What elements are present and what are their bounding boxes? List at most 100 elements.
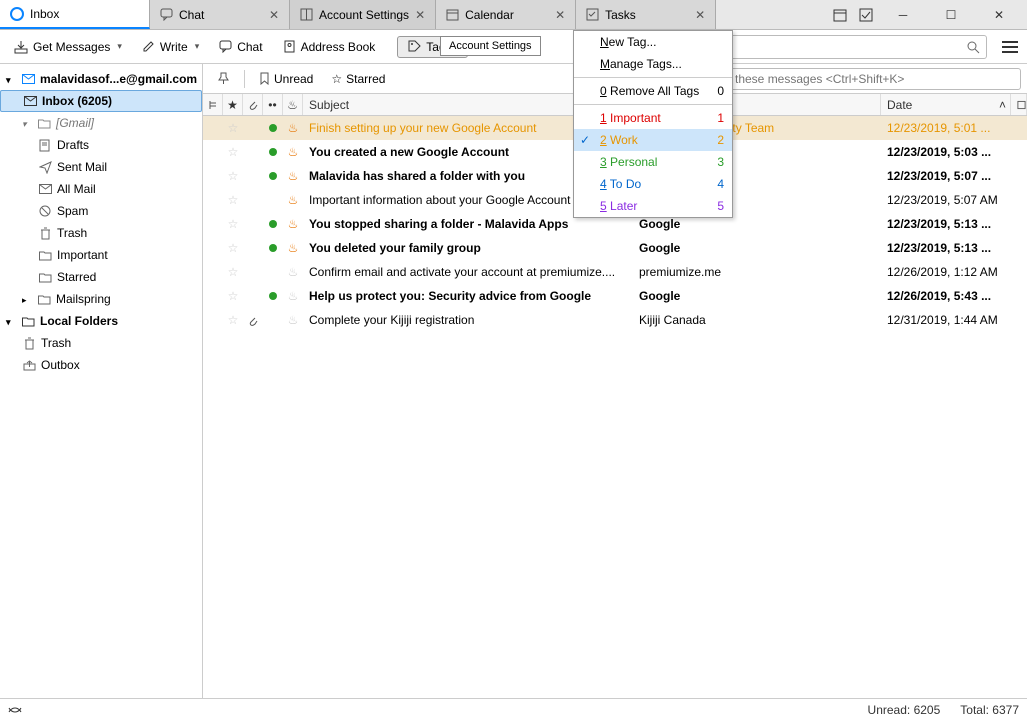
message-date: 12/23/2019, 5:13 ...	[881, 217, 1027, 231]
star-icon[interactable]: ☆	[223, 145, 243, 159]
message-date: 12/23/2019, 5:07 AM	[881, 193, 1027, 207]
menu-tag-personal[interactable]: 3 Personal3	[574, 151, 732, 173]
twisty-icon[interactable]	[6, 314, 16, 328]
star-icon[interactable]: ☆	[223, 289, 243, 303]
twisty-icon[interactable]	[22, 116, 32, 130]
folder-icon	[38, 248, 52, 262]
star-icon[interactable]: ☆	[223, 121, 243, 135]
get-messages-button[interactable]: Get Messages	[6, 36, 130, 58]
filter-starred-label: Starred	[346, 72, 385, 86]
account-row[interactable]: malavidasof...e@gmail.com	[0, 68, 202, 90]
pin-filter-button[interactable]	[209, 68, 238, 89]
star-icon[interactable]: ☆	[223, 193, 243, 207]
chat-button[interactable]: Chat	[211, 36, 270, 58]
menu-manage-tags[interactable]: Manage Tags...	[574, 53, 732, 75]
col-thread[interactable]	[203, 94, 223, 115]
col-picker[interactable]	[1011, 94, 1027, 115]
star-icon[interactable]: ☆	[223, 313, 243, 327]
minimize-button[interactable]: ─	[881, 1, 925, 29]
unread-dot[interactable]	[263, 244, 283, 252]
message-subject: Help us protect you: Security advice fro…	[303, 289, 633, 303]
star-icon[interactable]: ☆	[223, 265, 243, 279]
unread-dot[interactable]	[263, 172, 283, 180]
sidebar-sent[interactable]: Sent Mail	[0, 156, 202, 178]
message-row[interactable]: ☆♨You deleted your family groupGoogle12/…	[203, 236, 1027, 260]
star-icon[interactable]: ☆	[223, 169, 243, 183]
col-attachment[interactable]	[243, 94, 263, 115]
search-icon[interactable]	[966, 40, 980, 54]
tab-account-settings[interactable]: Account Settings ✕	[290, 0, 436, 29]
col-star[interactable]: ★	[223, 94, 243, 115]
message-correspondent: Kijiji Canada	[633, 313, 881, 327]
activity-icon[interactable]	[8, 703, 22, 717]
tab-tasks[interactable]: Tasks ✕	[576, 0, 716, 29]
menu-tag-work[interactable]: ✓2 Work2	[574, 129, 732, 151]
sidebar-important[interactable]: Important	[0, 244, 202, 266]
write-button[interactable]: Write	[134, 36, 207, 58]
menu-separator	[574, 104, 732, 105]
filter-starred[interactable]: ☆ Starred	[323, 68, 393, 90]
sort-asc-icon: ˄	[999, 98, 1006, 112]
unread-dot[interactable]	[263, 292, 283, 300]
twisty-icon[interactable]	[22, 292, 32, 306]
twisty-icon[interactable]	[6, 72, 16, 86]
download-icon	[14, 40, 28, 54]
star-icon[interactable]: ☆	[223, 217, 243, 231]
menu-tag-important[interactable]: 1 Important1	[574, 107, 732, 129]
close-icon[interactable]: ✕	[415, 8, 425, 22]
folder-icon	[37, 292, 51, 306]
maximize-button[interactable]: ☐	[929, 1, 973, 29]
tag-menu: New Tag... Manage Tags... 0 Remove All T…	[573, 30, 733, 218]
tab-calendar[interactable]: Calendar ✕	[436, 0, 576, 29]
sidebar-drafts[interactable]: Drafts	[0, 134, 202, 156]
trash-icon	[22, 336, 36, 350]
sidebar-starred[interactable]: Starred	[0, 266, 202, 288]
calendar-quick-icon[interactable]	[829, 4, 851, 26]
sidebar-trash[interactable]: Trash	[0, 222, 202, 244]
flame-icon: ♨	[283, 217, 303, 231]
sidebar-inbox[interactable]: Inbox (6205)	[0, 90, 202, 112]
sidebar-spam[interactable]: Spam	[0, 200, 202, 222]
filter-unread[interactable]: Unread	[251, 68, 321, 90]
tab-chat[interactable]: Chat ✕	[150, 0, 290, 29]
unread-dot[interactable]	[263, 124, 283, 132]
menu-tag-to-do[interactable]: 4 To Do4	[574, 173, 732, 195]
menu-tag-later[interactable]: 5 Later5	[574, 195, 732, 217]
tab-inbox[interactable]: Inbox	[0, 0, 150, 29]
star-icon[interactable]: ☆	[223, 241, 243, 255]
tasks-quick-icon[interactable]	[855, 4, 877, 26]
col-date[interactable]: Date˄	[881, 94, 1011, 115]
gmail-label: [Gmail]	[56, 116, 94, 130]
message-subject: Complete your Kijiji registration	[303, 313, 633, 327]
local-folders-row[interactable]: Local Folders	[0, 310, 202, 332]
trash-label: Trash	[57, 226, 87, 240]
flame-icon: ♨	[283, 145, 303, 159]
message-date: 12/23/2019, 5:01 ...	[881, 121, 1027, 135]
close-icon[interactable]: ✕	[555, 8, 565, 22]
address-book-button[interactable]: Address Book	[275, 36, 384, 58]
unread-dot[interactable]	[263, 220, 283, 228]
sidebar-outbox[interactable]: Outbox	[0, 354, 202, 376]
filter-input[interactable]	[705, 72, 1014, 86]
message-row[interactable]: ☆♨Confirm email and activate your accoun…	[203, 260, 1027, 284]
app-menu-button[interactable]	[999, 41, 1021, 53]
sidebar-allmail[interactable]: All Mail	[0, 178, 202, 200]
close-icon[interactable]: ✕	[269, 8, 279, 22]
main-area: malavidasof...e@gmail.com Inbox (6205) […	[0, 64, 1027, 698]
mail-icon	[21, 72, 35, 86]
message-row[interactable]: ☆♨Help us protect you: Security advice f…	[203, 284, 1027, 308]
menu-new-tag[interactable]: New Tag...	[574, 31, 732, 53]
unread-dot[interactable]	[263, 148, 283, 156]
col-unread[interactable]: ••	[263, 94, 283, 115]
sidebar-local-trash[interactable]: Trash	[0, 332, 202, 354]
col-flame[interactable]: ♨	[283, 94, 303, 115]
sidebar-mailspring[interactable]: Mailspring	[0, 288, 202, 310]
mail-icon	[38, 182, 52, 196]
close-window-button[interactable]: ✕	[977, 1, 1021, 29]
sidebar-gmail[interactable]: [Gmail]	[0, 112, 202, 134]
menu-remove-all[interactable]: 0 Remove All Tags 0	[574, 80, 732, 102]
flame-icon: ♨	[283, 313, 303, 327]
message-row[interactable]: ☆ ♨Complete your Kijiji registrationKijij…	[203, 308, 1027, 332]
close-icon[interactable]: ✕	[695, 8, 705, 22]
local-trash-label: Trash	[41, 336, 71, 350]
